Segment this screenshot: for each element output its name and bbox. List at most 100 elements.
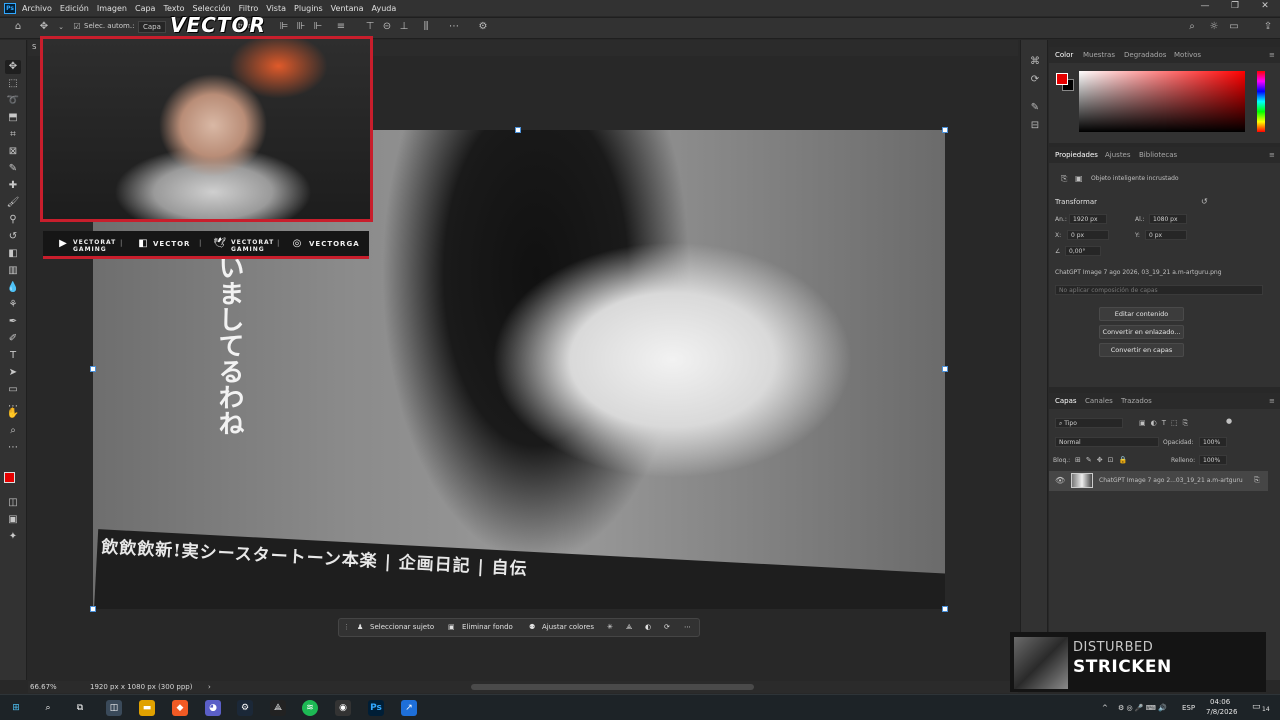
- tab-muestras[interactable]: Muestras: [1083, 51, 1115, 59]
- frame-tool-icon[interactable]: ⊠: [5, 145, 21, 159]
- reset-transform-icon[interactable]: ↺: [1201, 197, 1208, 206]
- drag-handle-icon[interactable]: ⋮: [343, 623, 350, 631]
- screen-mode-icon[interactable]: ▣: [5, 513, 21, 527]
- panel-menu-icon[interactable]: ≡: [1269, 51, 1275, 59]
- transform-handle[interactable]: [515, 127, 521, 133]
- workspace-icon[interactable]: ▭: [1228, 21, 1240, 33]
- align-middle-icon[interactable]: ⊝: [381, 21, 393, 33]
- tab-color[interactable]: Color: [1055, 51, 1073, 59]
- menu-ayuda[interactable]: Ayuda: [372, 4, 397, 13]
- home-icon[interactable]: ⌂: [12, 21, 24, 33]
- language-indicator[interactable]: ESP: [1182, 704, 1195, 712]
- mask-icon[interactable]: ◐: [645, 623, 651, 631]
- hue-slider[interactable]: [1257, 71, 1265, 132]
- filter-toggle-icon[interactable]: ●: [1226, 417, 1232, 425]
- panel-menu-icon[interactable]: ≡: [1269, 397, 1275, 405]
- clone-stamp-tool-icon[interactable]: ⚲: [5, 213, 21, 227]
- checkbox-icon[interactable]: ☑: [71, 21, 83, 33]
- lock-icons[interactable]: ⊞✎✥⊡🔒: [1075, 456, 1132, 464]
- tab-canales[interactable]: Canales: [1085, 397, 1113, 405]
- transform-icon[interactable]: ⟁: [626, 623, 632, 632]
- color-picker-field[interactable]: [1079, 71, 1245, 132]
- lasso-tool-icon[interactable]: ➰: [5, 94, 21, 108]
- width-field[interactable]: 1920 px: [1069, 214, 1107, 224]
- x-field[interactable]: 0 px: [1067, 230, 1109, 240]
- file-explorer-icon[interactable]: ▬: [139, 700, 155, 716]
- align-distribute-icon[interactable]: ≡: [335, 21, 347, 33]
- convert-to-linked-button[interactable]: Convertir en enlazado...: [1099, 325, 1184, 339]
- more-icon[interactable]: ⋯: [5, 441, 21, 455]
- history-brush-tool-icon[interactable]: ↺: [5, 230, 21, 244]
- character-icon[interactable]: ⊟: [1029, 120, 1041, 132]
- pen-tool-icon[interactable]: ✒: [5, 315, 21, 329]
- menu-plugins[interactable]: Plugins: [294, 4, 323, 13]
- discord-icon[interactable]: ◕: [205, 700, 221, 716]
- tray-icons[interactable]: ⚙ ◎ 🎤 ⌨ 🔊: [1118, 704, 1167, 712]
- close-icon[interactable]: ✕: [1250, 1, 1280, 15]
- menu-seleccion[interactable]: Selección: [193, 4, 231, 13]
- actions-icon[interactable]: ⟳: [1029, 74, 1041, 86]
- remove-background-button[interactable]: Eliminar fondo: [462, 623, 513, 631]
- layer-comp-dropdown[interactable]: No aplicar composición de capas: [1055, 285, 1263, 295]
- blend-mode-dropdown[interactable]: Normal: [1055, 437, 1159, 447]
- clock-date[interactable]: 7/8/2026: [1206, 708, 1237, 716]
- menu-vista[interactable]: Vista: [266, 4, 286, 13]
- adjust-colors-button[interactable]: Ajustar colores: [542, 623, 594, 631]
- app-blue-icon[interactable]: ↗: [401, 700, 417, 716]
- tab-motivos[interactable]: Motivos: [1174, 51, 1201, 59]
- minimize-icon[interactable]: —: [1190, 1, 1220, 15]
- brushes-icon[interactable]: ✎: [1029, 102, 1041, 114]
- quick-mask-icon[interactable]: ◫: [5, 496, 21, 510]
- tab-capas[interactable]: Capas: [1055, 397, 1077, 405]
- generative-icon[interactable]: ✦: [5, 530, 21, 544]
- align-right-icon[interactable]: ⊩: [312, 21, 324, 33]
- menu-texto[interactable]: Texto: [163, 4, 184, 13]
- type-tool-icon[interactable]: T: [5, 349, 21, 363]
- convert-to-layers-button[interactable]: Convertir en capas: [1099, 343, 1184, 357]
- transform-handle[interactable]: [90, 366, 96, 372]
- blur-tool-icon[interactable]: 💧: [5, 281, 21, 295]
- move-tool-icon[interactable]: ✥: [5, 60, 21, 74]
- photoshop-logo-icon[interactable]: Ps: [4, 2, 16, 14]
- brave-browser-icon[interactable]: ◆: [172, 700, 188, 716]
- eraser-tool-icon[interactable]: ◧: [5, 247, 21, 261]
- tab-degradados[interactable]: Degradados: [1124, 51, 1166, 59]
- y-field[interactable]: 0 px: [1145, 230, 1187, 240]
- clock-time[interactable]: 04:06: [1210, 698, 1230, 706]
- transform-handle[interactable]: [942, 606, 948, 612]
- photoshop-taskbar-icon[interactable]: Ps: [368, 700, 384, 716]
- layer-row[interactable]: 👁 ChatGPT Image 7 ago 2...03_19_21 a.m-a…: [1049, 471, 1268, 491]
- menu-imagen[interactable]: Imagen: [97, 4, 127, 13]
- history-icon[interactable]: ⌘: [1029, 56, 1041, 68]
- visibility-eye-icon[interactable]: 👁: [1055, 476, 1065, 485]
- angle-field[interactable]: 0,00°: [1065, 246, 1101, 256]
- layer-filter-icons[interactable]: ▣◐T⬚⎘: [1139, 419, 1193, 428]
- menu-archivo[interactable]: Archivo: [22, 4, 52, 13]
- spotify-icon[interactable]: ≋: [302, 700, 318, 716]
- pen-variant-icon[interactable]: ✐: [5, 332, 21, 346]
- transform-handle[interactable]: [942, 366, 948, 372]
- move-tool-icon[interactable]: ✥: [38, 21, 50, 33]
- widgets-icon[interactable]: ◫: [106, 700, 122, 716]
- transform-handle[interactable]: [90, 606, 96, 612]
- zoom-tool-icon[interactable]: ⌕: [5, 424, 21, 438]
- height-field[interactable]: 1080 px: [1149, 214, 1187, 224]
- gradient-tool-icon[interactable]: ▥: [5, 264, 21, 278]
- search-icon[interactable]: ⌕: [40, 700, 56, 716]
- zoom-level[interactable]: 66.67%: [30, 683, 57, 691]
- foreground-color-swatch[interactable]: [1056, 73, 1068, 85]
- select-subject-button[interactable]: Seleccionar sujeto: [370, 623, 434, 631]
- tab-ajustes[interactable]: Ajustes: [1105, 151, 1131, 159]
- steam-icon[interactable]: ⚙: [237, 700, 253, 716]
- restore-icon[interactable]: ❐: [1220, 1, 1250, 15]
- layer-filter-dropdown[interactable]: ⌕ Tipo: [1055, 418, 1123, 428]
- artboard-tool-icon[interactable]: ⬚: [5, 77, 21, 91]
- tab-bibliotecas[interactable]: Bibliotecas: [1139, 151, 1177, 159]
- menu-edicion[interactable]: Edición: [60, 4, 89, 13]
- lightbulb-icon[interactable]: ☼: [1208, 21, 1220, 33]
- distribute-icon[interactable]: ⫼: [420, 21, 432, 33]
- edit-contents-button[interactable]: Editar contenido: [1099, 307, 1184, 321]
- eyedropper-tool-icon[interactable]: ✎: [5, 162, 21, 176]
- windows-start-icon[interactable]: ⊞: [8, 700, 24, 716]
- tray-chevron-icon[interactable]: ^: [1102, 704, 1108, 712]
